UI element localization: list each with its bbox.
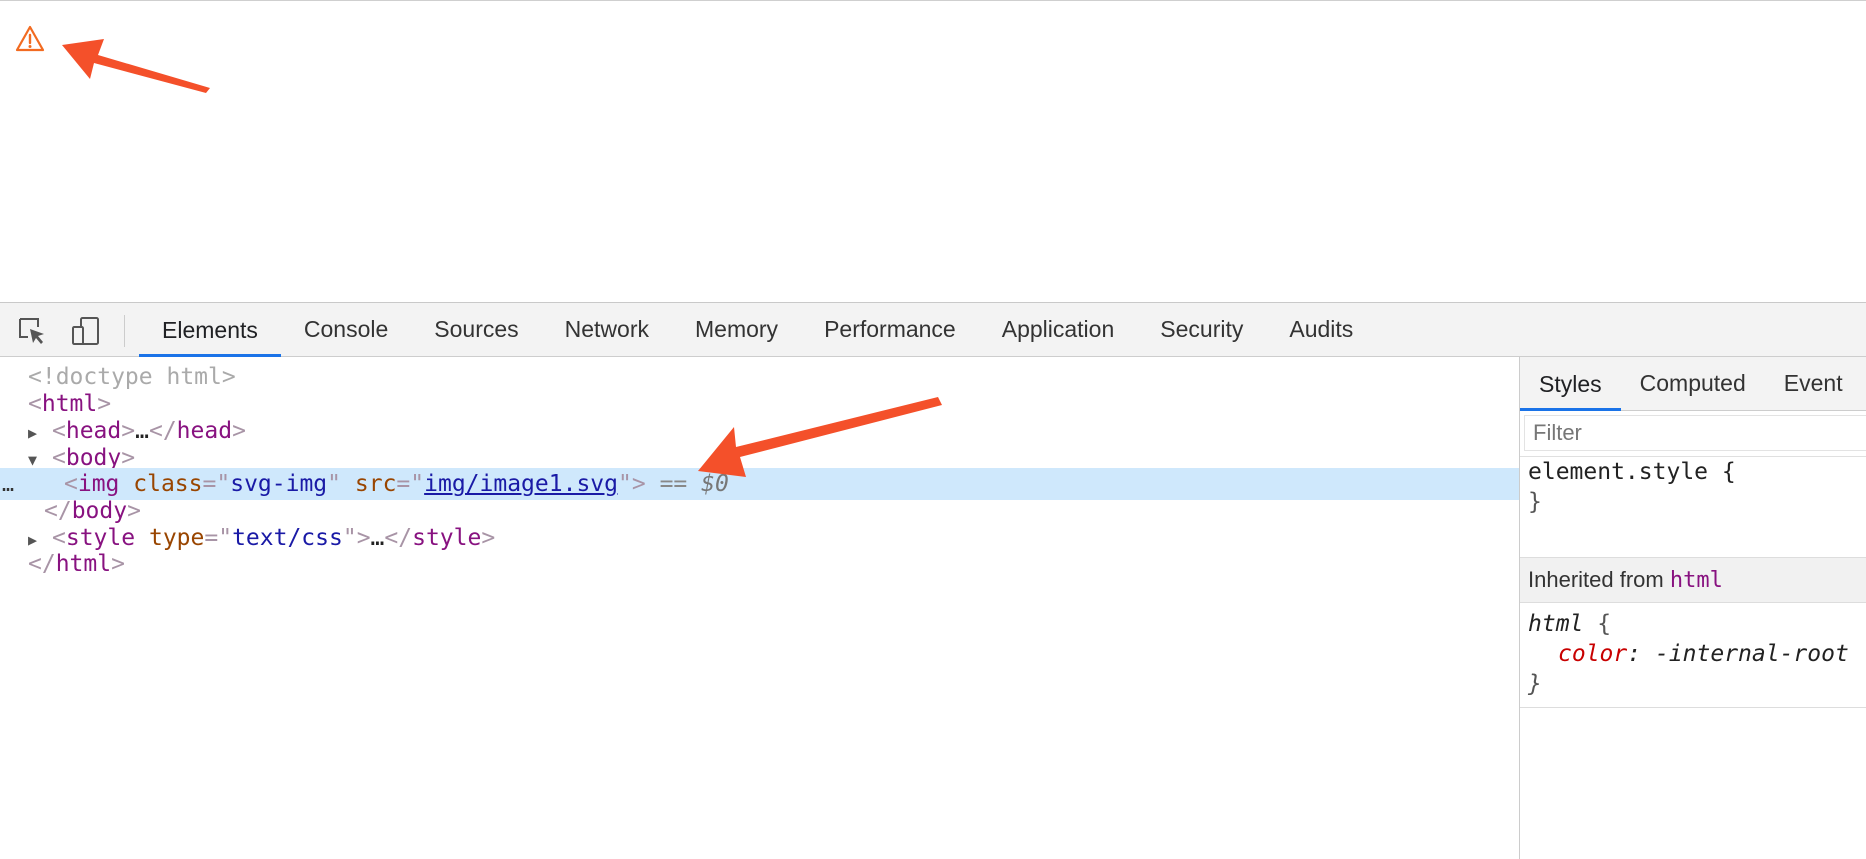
toolbar-divider (124, 315, 125, 347)
tab-application[interactable]: Application (979, 303, 1138, 357)
rule-divider (1520, 707, 1866, 708)
tab-audits[interactable]: Audits (1266, 303, 1376, 357)
tag-name: body (71, 498, 128, 524)
sidebar-tabs: Styles Computed Event (1520, 357, 1866, 411)
inherited-from-header: Inherited from html (1520, 557, 1866, 603)
tab-elements[interactable]: Elements (139, 303, 281, 357)
inspect-element-icon[interactable] (16, 315, 48, 347)
filter-row (1520, 411, 1866, 457)
tag-name: html (41, 391, 98, 417)
styles-sidebar: Styles Computed Event element.style { } … (1520, 357, 1866, 859)
attr-name: class (133, 471, 203, 497)
tab-styles[interactable]: Styles (1520, 357, 1621, 411)
tab-memory[interactable]: Memory (672, 303, 801, 357)
filter-input[interactable] (1524, 415, 1866, 451)
tab-console[interactable]: Console (281, 303, 411, 357)
rule-close-brace: } (1528, 489, 1542, 515)
rule-selector: element.style { (1528, 459, 1736, 485)
tag-name: img (77, 471, 120, 497)
rule-close-brace: } (1528, 671, 1542, 697)
src-link[interactable]: img/image1.svg (424, 471, 618, 497)
attr-name: src (354, 471, 397, 497)
html-style-rule[interactable]: html { color: -internal-root } (1520, 609, 1866, 699)
attr-value: svg-img (230, 471, 328, 497)
tab-sources[interactable]: Sources (411, 303, 541, 357)
tag-name: head (65, 418, 122, 444)
css-property-value[interactable]: -internal-root (1641, 641, 1849, 667)
console-var: $0 (701, 471, 729, 497)
css-property-name[interactable]: color (1558, 641, 1627, 667)
tab-security[interactable]: Security (1137, 303, 1266, 357)
rule-open-brace: { (1583, 611, 1612, 637)
warning-icon (15, 25, 45, 52)
devtools-toolbar: Elements Console Sources Network Memory … (0, 303, 1866, 357)
collapsed-ellipsis[interactable]: … (135, 418, 149, 444)
devtools-panel: Elements Console Sources Network Memory … (0, 302, 1866, 859)
tab-performance[interactable]: Performance (801, 303, 979, 357)
tag-name: head (176, 418, 233, 444)
inherited-node-link[interactable]: html (1670, 568, 1723, 593)
device-toolbar-icon[interactable] (70, 315, 102, 347)
doctype-text: <!doctype html> (28, 364, 236, 390)
rule-selector: html (1528, 611, 1584, 637)
tab-network[interactable]: Network (542, 303, 672, 357)
element-style-rule[interactable]: element.style { } (1520, 457, 1866, 517)
elements-tree: <!doctype html> <html> ▶ <head>…</head> ▼… (0, 357, 1519, 859)
dom-node-html-close[interactable]: </html> (0, 548, 1519, 580)
page-viewport (0, 0, 1866, 302)
tab-event-listeners[interactable]: Event (1765, 357, 1862, 411)
selected-marker: == (659, 471, 702, 497)
tag-name: html (55, 551, 112, 577)
devtools-tabs: Elements Console Sources Network Memory … (139, 303, 1376, 357)
inherited-label: Inherited from (1528, 567, 1664, 592)
tab-computed[interactable]: Computed (1621, 357, 1765, 411)
annotation-arrow-icon (62, 39, 210, 93)
